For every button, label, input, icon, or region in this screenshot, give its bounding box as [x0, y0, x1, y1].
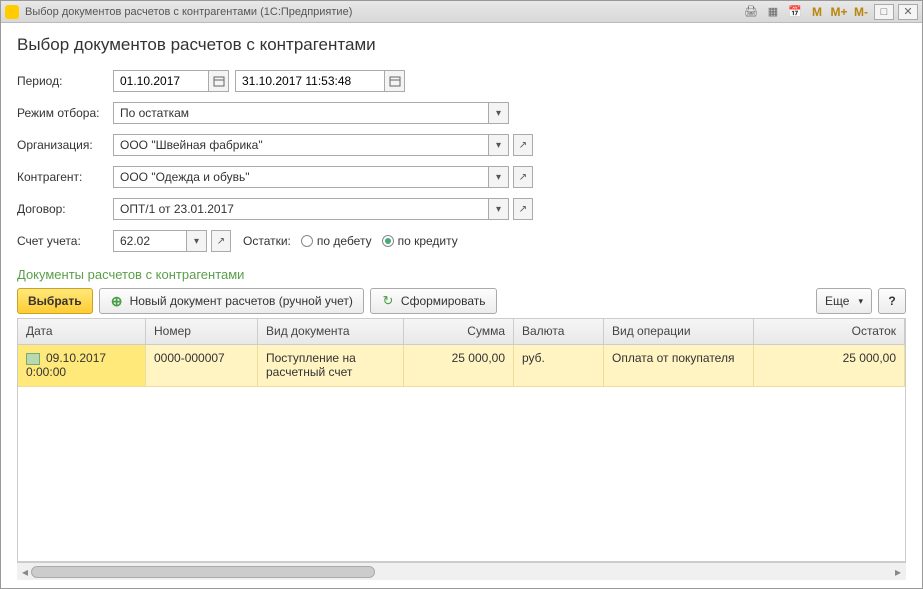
- contract-input[interactable]: ОПТ/1 от 23.01.2017: [113, 198, 489, 220]
- calendar-icon[interactable]: 📅: [786, 4, 804, 20]
- contract-label: Договор:: [17, 202, 113, 216]
- open-icon[interactable]: ↗: [513, 166, 533, 188]
- balances-label: Остатки:: [243, 234, 291, 248]
- plus-icon: ⊕: [110, 294, 124, 308]
- th-doc-type[interactable]: Вид документа: [258, 319, 404, 344]
- account-row: Счет учета: 62.02 ▾ ↗ Остатки: по дебету…: [17, 229, 906, 253]
- chevron-down-icon: ▾: [858, 296, 863, 307]
- maximize-button[interactable]: □: [874, 4, 894, 20]
- window-title: Выбор документов расчетов с контрагентам…: [25, 6, 742, 18]
- table-row[interactable]: 09.10.2017 0:00:00 0000-000007 Поступлен…: [18, 345, 905, 387]
- contract-wrap: ОПТ/1 от 23.01.2017 ▾ ↗: [113, 198, 533, 220]
- refresh-icon: ↻: [381, 294, 395, 308]
- th-balance[interactable]: Остаток: [754, 319, 905, 344]
- chevron-down-icon[interactable]: ▾: [489, 134, 509, 156]
- chevron-down-icon[interactable]: ▾: [187, 230, 207, 252]
- scroll-right-icon[interactable]: ▸: [892, 565, 904, 579]
- org-row: Организация: ООО "Швейная фабрика" ▾ ↗: [17, 133, 906, 157]
- cell-sum: 25 000,00: [404, 345, 514, 387]
- th-date[interactable]: Дата: [18, 319, 146, 344]
- period-label: Период:: [17, 74, 113, 88]
- chevron-down-icon[interactable]: ▾: [489, 166, 509, 188]
- print-icon[interactable]: 🖨: [742, 4, 760, 20]
- period-to-input[interactable]: [235, 70, 385, 92]
- scroll-left-icon[interactable]: ◂: [19, 565, 31, 579]
- cell-operation: Оплата от покупателя: [604, 345, 754, 387]
- horizontal-scrollbar[interactable]: ◂ ▸: [17, 562, 906, 580]
- open-icon[interactable]: ↗: [513, 198, 533, 220]
- toolbar: Выбрать ⊕ Новый документ расчетов (ручно…: [17, 288, 906, 314]
- th-operation[interactable]: Вид операции: [604, 319, 754, 344]
- th-sum[interactable]: Сумма: [404, 319, 514, 344]
- cell-number: 0000-000007: [146, 345, 258, 387]
- open-icon[interactable]: ↗: [513, 134, 533, 156]
- calendar-icon[interactable]: [209, 70, 229, 92]
- new-doc-button[interactable]: ⊕ Новый документ расчетов (ручной учет): [99, 288, 364, 314]
- generate-button[interactable]: ↻ Сформировать: [370, 288, 497, 314]
- documents-table: Дата Номер Вид документа Сумма Валюта Ви…: [17, 318, 906, 562]
- account-wrap: 62.02 ▾ ↗: [113, 230, 231, 252]
- counterparty-row: Контрагент: ООО "Одежда и обувь" ▾ ↗: [17, 165, 906, 189]
- org-wrap: ООО "Швейная фабрика" ▾ ↗: [113, 134, 533, 156]
- period-row: Период:: [17, 69, 906, 93]
- contract-row: Договор: ОПТ/1 от 23.01.2017 ▾ ↗: [17, 197, 906, 221]
- titlebar-controls: 🖨 ▦ 📅 M M+ M- □ ✕: [742, 4, 918, 20]
- chevron-down-icon[interactable]: ▾: [489, 198, 509, 220]
- mem-mplus-button[interactable]: M+: [830, 4, 848, 20]
- radio-icon: [382, 235, 394, 247]
- grid-icon[interactable]: ▦: [764, 4, 782, 20]
- content-area: Выбор документов расчетов с контрагентам…: [1, 23, 922, 588]
- help-button[interactable]: ?: [878, 288, 906, 314]
- account-label: Счет учета:: [17, 234, 113, 248]
- org-input[interactable]: ООО "Швейная фабрика": [113, 134, 489, 156]
- page-title: Выбор документов расчетов с контрагентам…: [17, 35, 906, 55]
- section-title: Документы расчетов с контрагентами: [17, 267, 906, 282]
- balances-group: Остатки: по дебету по кредиту: [243, 234, 458, 248]
- filter-mode-select[interactable]: По остаткам: [113, 102, 489, 124]
- table-header: Дата Номер Вид документа Сумма Валюта Ви…: [18, 319, 905, 345]
- th-currency[interactable]: Валюта: [514, 319, 604, 344]
- document-icon: [26, 353, 40, 365]
- table-body: 09.10.2017 0:00:00 0000-000007 Поступлен…: [18, 345, 905, 561]
- mem-mminus-button[interactable]: M-: [852, 4, 870, 20]
- calendar-icon[interactable]: [385, 70, 405, 92]
- cell-date: 09.10.2017 0:00:00: [18, 345, 146, 387]
- more-button[interactable]: Еще▾: [816, 288, 872, 314]
- counterparty-label: Контрагент:: [17, 170, 113, 184]
- filter-mode-wrap: По остаткам ▾: [113, 102, 509, 124]
- cell-doc-type: Поступление на расчетный счет: [258, 345, 404, 387]
- filter-mode-label: Режим отбора:: [17, 106, 113, 120]
- cell-currency: руб.: [514, 345, 604, 387]
- close-button[interactable]: ✕: [898, 4, 918, 20]
- period-to-wrap: [235, 70, 405, 92]
- radio-debit[interactable]: по дебету: [301, 234, 372, 248]
- filter-mode-row: Режим отбора: По остаткам ▾: [17, 101, 906, 125]
- mem-m-button[interactable]: M: [808, 4, 826, 20]
- cell-balance: 25 000,00: [754, 345, 905, 387]
- chevron-down-icon[interactable]: ▾: [489, 102, 509, 124]
- titlebar: Выбор документов расчетов с контрагентам…: [1, 1, 922, 23]
- counterparty-input[interactable]: ООО "Одежда и обувь": [113, 166, 489, 188]
- period-from-wrap: [113, 70, 229, 92]
- account-input[interactable]: 62.02: [113, 230, 187, 252]
- scrollbar-thumb[interactable]: [31, 566, 375, 578]
- period-from-input[interactable]: [113, 70, 209, 92]
- app-window: Выбор документов расчетов с контрагентам…: [0, 0, 923, 589]
- app-icon: [5, 5, 19, 19]
- radio-icon: [301, 235, 313, 247]
- counterparty-wrap: ООО "Одежда и обувь" ▾ ↗: [113, 166, 533, 188]
- select-button[interactable]: Выбрать: [17, 288, 93, 314]
- open-icon[interactable]: ↗: [211, 230, 231, 252]
- org-label: Организация:: [17, 138, 113, 152]
- radio-credit[interactable]: по кредиту: [382, 234, 458, 248]
- th-number[interactable]: Номер: [146, 319, 258, 344]
